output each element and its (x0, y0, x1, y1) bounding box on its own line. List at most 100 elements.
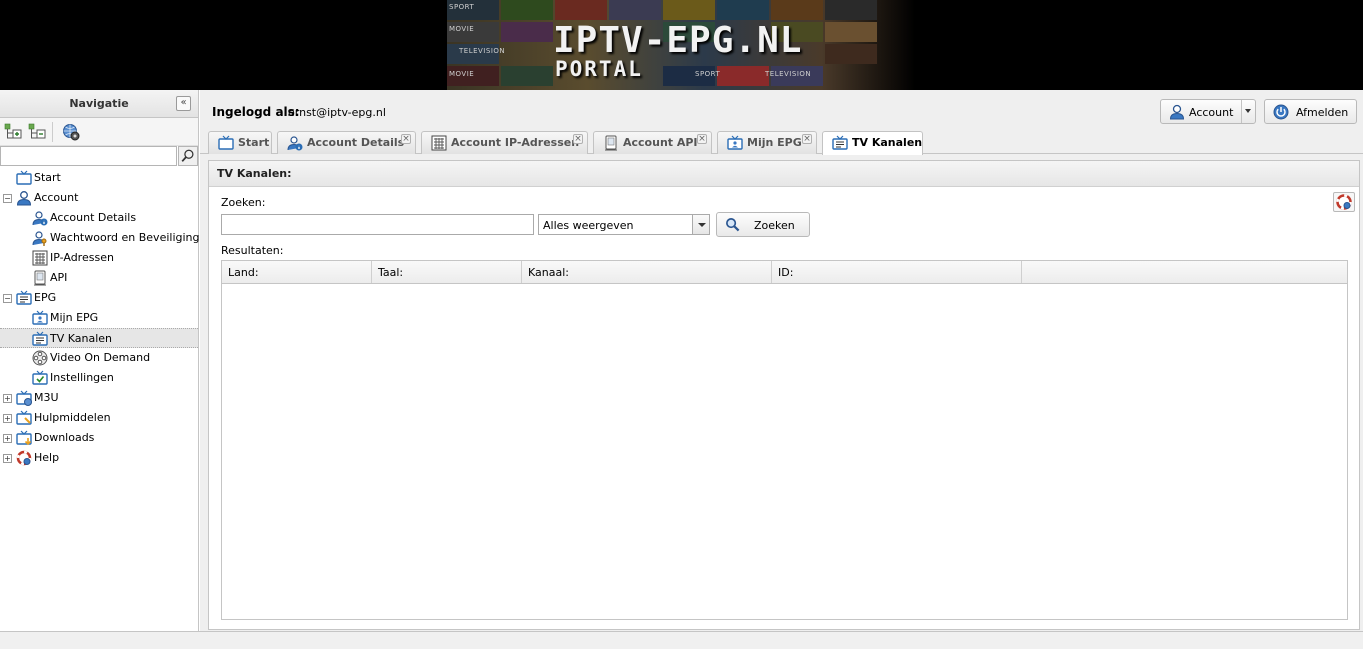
tree-item-m3u[interactable]: + M3U (0, 388, 198, 408)
tab-bar: Start Account Details × Account IP-Adressen… (200, 131, 1363, 155)
portal-banner-logo: SPORT MOVIE TELEVISION MOVIE SPORT TELEV… (447, 0, 915, 90)
tree-item-ip-adressen[interactable]: IP-Adressen (0, 248, 198, 268)
tree-item-account[interactable]: − Account (0, 188, 198, 208)
tree-item-label: Hulpmiddelen (34, 411, 111, 424)
tv-tools-icon (16, 410, 32, 426)
tree-item-wachtwoord-en-beveiliging[interactable]: Wachtwoord en Beveiliging (0, 228, 200, 248)
logged-in-user: ernst@iptv-epg.nl (288, 106, 386, 119)
tree-item-help[interactable]: + Help (0, 448, 198, 468)
network-grid-icon (431, 135, 447, 151)
tv-globe-icon (16, 390, 32, 406)
tree-item-label: Downloads (34, 431, 95, 444)
navigation-search (0, 146, 198, 166)
close-icon[interactable]: × (697, 134, 707, 144)
user-icon (16, 190, 32, 206)
navigation-search-input[interactable] (0, 146, 177, 166)
tree-item-label: Wachtwoord en Beveiliging (50, 231, 200, 244)
tree-item-label: API (50, 271, 68, 284)
tree-item-label: Mijn EPG (50, 311, 99, 324)
search-label: Zoeken: (221, 196, 266, 209)
logged-in-label: Ingelogd als: (212, 105, 300, 119)
tree-item-label: Account Details (50, 211, 137, 224)
tv-user-icon (32, 310, 48, 326)
tree-item-video-on-demand[interactable]: Video On Demand (0, 348, 198, 368)
tree-item-instellingen[interactable]: Instellingen (0, 368, 198, 388)
tree-item-label: Start (34, 171, 61, 184)
help-button[interactable] (1333, 192, 1355, 212)
search-icon (181, 149, 194, 162)
close-icon[interactable]: × (802, 134, 812, 144)
user-key-icon (32, 230, 48, 246)
tab-label: Account Details (307, 136, 405, 149)
main-area: Ingelogd als: ernst@iptv-epg.nl Account … (200, 90, 1363, 631)
film-reel-icon (32, 350, 48, 366)
tv-icon (16, 170, 32, 186)
search-button[interactable]: Zoeken (716, 212, 810, 237)
tree-item-epg[interactable]: − EPG (0, 288, 198, 308)
account-menu-button[interactable]: Account (1160, 99, 1256, 124)
tree-item-mijn-epg[interactable]: Mijn EPG (0, 308, 198, 328)
collapse-icon[interactable]: − (3, 194, 12, 203)
tree-item-label: IP-Adressen (50, 251, 114, 264)
tab-mijn-epg[interactable]: Mijn EPG × (717, 131, 817, 154)
collapse-all-icon[interactable] (28, 123, 46, 141)
network-settings-icon[interactable] (62, 123, 80, 141)
column-header[interactable]: Kanaal: (522, 261, 772, 283)
tree-item-label: M3U (34, 391, 59, 404)
banner-thumb-label: TELEVISION (459, 47, 506, 55)
collapse-panel-button[interactable]: « (176, 96, 191, 111)
panel-title: TV Kanalen: (217, 167, 292, 180)
chevron-down-icon[interactable] (1245, 109, 1251, 113)
tv-check-icon (32, 370, 48, 386)
close-icon[interactable]: × (573, 134, 583, 144)
close-icon[interactable]: × (401, 134, 411, 144)
column-header[interactable]: ID: (772, 261, 1022, 283)
column-header-label: Taal: (378, 266, 404, 279)
collapse-icon[interactable]: − (3, 294, 12, 303)
tv-list-icon (32, 331, 48, 347)
tree-item-downloads[interactable]: + Downloads (0, 428, 198, 448)
tab-account-details[interactable]: Account Details × (277, 131, 416, 154)
tv-list-icon (832, 135, 848, 151)
tab-start[interactable]: Start (208, 131, 272, 154)
tab-account-api[interactable]: Account API × (593, 131, 712, 154)
chevron-down-icon[interactable] (692, 215, 709, 234)
column-header-label: Land: (228, 266, 259, 279)
expand-icon[interactable]: + (3, 434, 12, 443)
column-header[interactable]: Land: (222, 261, 372, 283)
banner-title: IPTV-EPG.NL (553, 20, 803, 61)
tree-item-account-details[interactable]: Account Details (0, 208, 198, 228)
tab-tv-kanalen[interactable]: TV Kanalen (822, 131, 923, 155)
filter-select[interactable]: Alles weergeven (538, 214, 710, 235)
column-header-label: Kanaal: (528, 266, 569, 279)
navigation-search-button[interactable] (178, 146, 198, 166)
logout-button[interactable]: Afmelden (1264, 99, 1357, 124)
search-icon (726, 218, 740, 232)
expand-icon[interactable]: + (3, 394, 12, 403)
navigation-panel: Navigatie « Start − Account Account Deta… (0, 90, 200, 631)
tree-item-label: EPG (34, 291, 57, 304)
navigation-toolbar (0, 118, 198, 146)
tree-item-api[interactable]: API (0, 268, 198, 288)
filter-selected-value: Alles weergeven (543, 219, 634, 232)
grid-header: Land: Taal: Kanaal: ID: (222, 261, 1347, 284)
banner-thumb-label: MOVIE (449, 25, 475, 33)
column-header[interactable]: Taal: (372, 261, 522, 283)
tab-account-ip-adressen[interactable]: Account IP-Adressen × (421, 131, 588, 154)
expand-icon[interactable]: + (3, 414, 12, 423)
tab-label: Start (238, 136, 270, 149)
tab-label: Mijn EPG (747, 136, 802, 149)
banner-thumb-label: SPORT (695, 70, 721, 78)
tree-item-tv-kanalen[interactable]: TV Kanalen (0, 328, 198, 348)
panel-header: TV Kanalen: (209, 161, 1359, 187)
toolbar-separator (52, 122, 53, 142)
navigation-title: Navigatie (69, 97, 129, 110)
expand-icon[interactable]: + (3, 454, 12, 463)
power-icon (1273, 104, 1289, 120)
tree-item-hulpmiddelen[interactable]: + Hulpmiddelen (0, 408, 198, 428)
expand-all-icon[interactable] (4, 123, 22, 141)
tree-item-start[interactable]: Start (0, 168, 198, 188)
header-bar: SPORT MOVIE TELEVISION MOVIE SPORT TELEV… (0, 0, 1363, 90)
search-input[interactable] (221, 214, 534, 235)
column-header[interactable] (1022, 261, 1347, 283)
